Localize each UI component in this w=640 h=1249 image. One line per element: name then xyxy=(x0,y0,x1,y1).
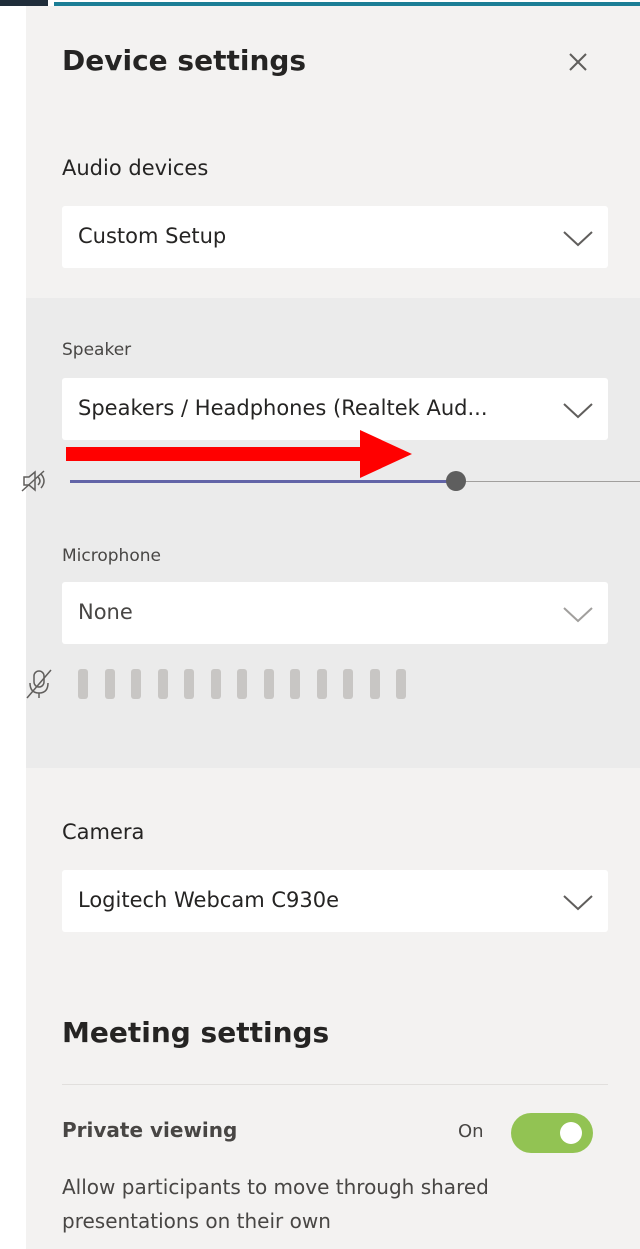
microphone-value: None xyxy=(78,600,133,624)
private-viewing-state: On xyxy=(458,1121,484,1142)
speaker-muted-icon[interactable] xyxy=(20,468,50,494)
mic-muted-icon[interactable] xyxy=(24,668,54,700)
camera-dropdown[interactable]: Logitech Webcam C930e xyxy=(62,870,608,932)
mic-level-bar xyxy=(316,669,327,699)
mic-level-bar xyxy=(184,669,194,699)
annotation-arrow xyxy=(66,430,412,478)
mic-level-bar xyxy=(157,669,168,699)
speaker-volume-track[interactable] xyxy=(456,481,640,482)
mic-level-bar xyxy=(104,669,115,699)
mic-level-bar xyxy=(131,669,141,699)
mic-level-bar xyxy=(78,669,88,699)
meeting-settings-title: Meeting settings xyxy=(62,1016,330,1049)
camera-label: Camera xyxy=(62,820,145,844)
chevron-down-icon xyxy=(563,231,593,247)
audio-devices-label: Audio devices xyxy=(62,156,209,180)
close-icon[interactable] xyxy=(562,46,594,78)
panel-title: Device settings xyxy=(62,44,307,77)
speaker-label: Speaker xyxy=(62,340,132,360)
audio-devices-value: Custom Setup xyxy=(78,224,227,248)
mic-level-bar xyxy=(237,669,247,699)
private-viewing-label: Private viewing xyxy=(62,1118,238,1142)
left-edge-strip xyxy=(0,6,26,1249)
toggle-knob xyxy=(560,1122,582,1144)
mic-level-bar xyxy=(290,669,300,699)
mic-level-bar xyxy=(263,669,274,699)
mic-level-bar xyxy=(396,669,406,699)
private-viewing-description: Allow participants to move through share… xyxy=(62,1175,489,1233)
microphone-label: Microphone xyxy=(62,546,161,566)
chevron-down-icon xyxy=(563,607,593,623)
mic-level-bar xyxy=(343,669,353,699)
mic-level-bar xyxy=(210,669,221,699)
chevron-down-icon xyxy=(563,895,593,911)
microphone-dropdown[interactable]: None xyxy=(62,582,608,644)
speaker-volume-thumb[interactable] xyxy=(446,471,466,491)
audio-devices-dropdown[interactable]: Custom Setup xyxy=(62,206,608,268)
section-divider xyxy=(62,1084,608,1085)
camera-value: Logitech Webcam C930e xyxy=(78,888,340,912)
mic-level-bar xyxy=(369,669,380,699)
speaker-value: Speakers / Headphones (Realtek Aud... xyxy=(78,396,488,420)
chevron-down-icon xyxy=(563,403,593,419)
custom-setup-subpanel xyxy=(26,298,640,768)
private-viewing-toggle[interactable] xyxy=(511,1113,593,1153)
